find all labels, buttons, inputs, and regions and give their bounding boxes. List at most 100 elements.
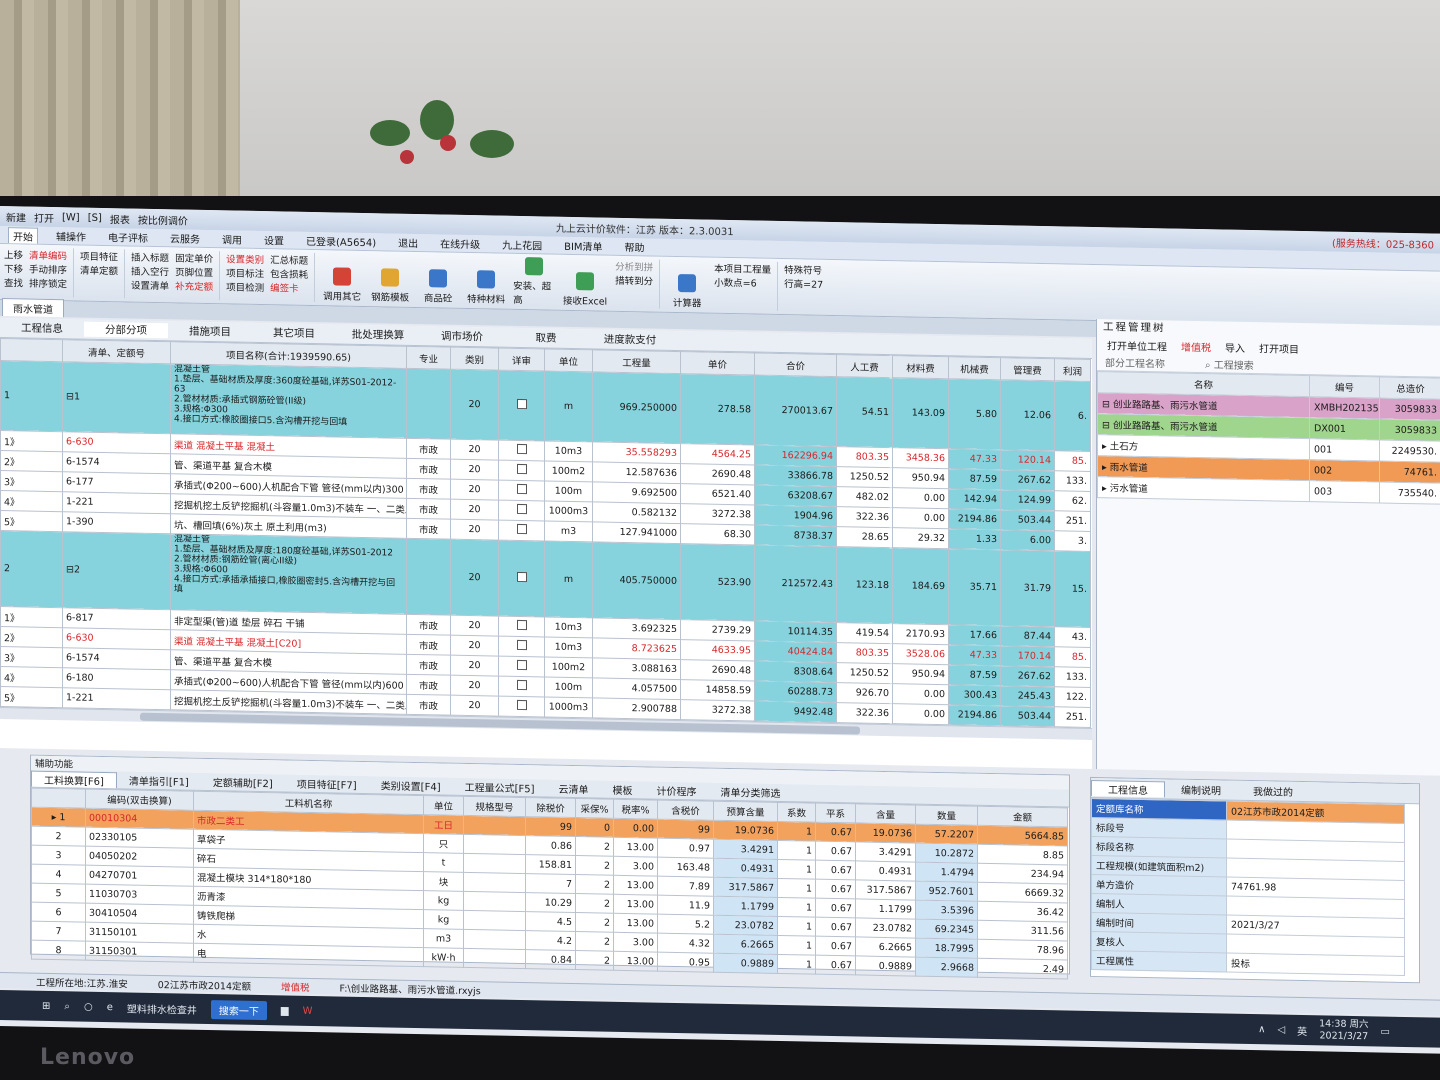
review-checkbox[interactable] — [516, 443, 527, 455]
manual-sort-button[interactable]: 手动排序 — [29, 262, 67, 277]
decimal-select[interactable]: 小数点=6 — [714, 275, 771, 290]
material-col-header[interactable]: 系数 — [777, 802, 816, 823]
tab-other-items[interactable]: 其它项目 — [252, 325, 336, 342]
receive-excel-button[interactable]: 接收Excel — [561, 258, 609, 308]
item-feature-button[interactable]: 项目特征 — [80, 249, 118, 264]
taskbar-search[interactable]: 搜索一下 — [210, 999, 267, 1020]
aux-tab[interactable]: 定额辅助[F2] — [201, 774, 285, 791]
review-checkbox[interactable] — [516, 639, 527, 651]
tab-market-price[interactable]: 调市场价 — [420, 328, 504, 345]
menu-settings[interactable]: 设置 — [260, 232, 288, 248]
set-bill-button[interactable]: 设置清单 — [131, 278, 169, 293]
tab-sections[interactable]: 分部分项 — [84, 321, 168, 339]
set-category-button[interactable]: 设置类别 — [226, 251, 264, 266]
col-header[interactable]: 单价 — [680, 351, 755, 375]
save-w-button[interactable]: [W] — [62, 212, 80, 223]
ime-indicator[interactable]: 英 — [1297, 1022, 1307, 1037]
aux-tab[interactable]: 工程量公式[F5] — [453, 779, 547, 796]
wps-icon[interactable]: W — [303, 1005, 313, 1016]
item-mark-button[interactable]: 项目标注 — [226, 265, 264, 280]
report-button[interactable]: 报表 — [110, 211, 130, 226]
ie-icon[interactable]: e — [107, 1002, 113, 1013]
supplement-quota-button[interactable]: 补充定额 — [175, 278, 213, 293]
split-button[interactable]: 分析到拼 — [615, 259, 653, 274]
calculator-button[interactable]: 计算器 — [666, 260, 708, 310]
review-checkbox[interactable] — [516, 483, 527, 495]
aux-tab[interactable]: 类别设置[F4] — [369, 777, 453, 794]
edit-card-button[interactable]: 编签卡 — [270, 280, 308, 295]
col-header[interactable]: 机械费 — [948, 356, 1001, 380]
concrete-button[interactable]: 商品砼 — [417, 255, 459, 305]
insert-title-button[interactable]: 插入标题 — [131, 250, 169, 265]
material-col-header[interactable]: 税率% — [613, 799, 658, 820]
open-project-button[interactable]: 打开项目 — [1259, 340, 1299, 356]
summary-title-button[interactable]: 汇总标题 — [270, 252, 308, 267]
tab-info[interactable]: 工程信息 — [1091, 779, 1165, 797]
material-col-header[interactable] — [31, 788, 86, 809]
save-s-button[interactable]: [S] — [88, 212, 102, 223]
tab-batch[interactable]: 批处理换算 — [336, 326, 420, 343]
col-header[interactable]: 清单、定额号 — [62, 339, 171, 364]
aux-tab[interactable]: 云清单 — [547, 780, 601, 797]
review-checkbox[interactable] — [516, 699, 527, 711]
material-col-header[interactable]: 含量 — [855, 803, 916, 825]
review-cell[interactable] — [498, 696, 545, 717]
menu-bim[interactable]: BIM清单 — [560, 238, 606, 254]
col-header[interactable]: 单位 — [544, 348, 593, 372]
folder-icon[interactable]: ▆ — [281, 1005, 289, 1016]
tab-project-info[interactable]: 工程信息 — [0, 320, 84, 337]
taskbar-app[interactable]: 塑料排水检查井 — [127, 1000, 197, 1016]
item-check-button[interactable]: 项目检测 — [226, 279, 264, 294]
notification-icon[interactable]: ▭ — [1381, 1026, 1390, 1037]
material-col-header[interactable]: 预算含量 — [713, 801, 778, 822]
find-button[interactable]: 查找 — [4, 275, 23, 289]
open-unit-button[interactable]: 打开单位工程 — [1107, 337, 1167, 353]
review-checkbox[interactable] — [516, 659, 527, 671]
col-header[interactable]: 利润 — [1054, 358, 1091, 382]
menu-update[interactable]: 在线升级 — [436, 235, 484, 251]
sort-lock-button[interactable]: 排序锁定 — [29, 276, 67, 291]
insert-blank-button[interactable]: 插入空行 — [131, 264, 169, 279]
fixed-price-button[interactable]: 固定单价 — [175, 250, 213, 265]
material-col-header[interactable]: 数量 — [915, 805, 978, 826]
special-material-button[interactable]: 特种材料 — [465, 256, 507, 306]
new-button[interactable]: 新建 — [6, 209, 26, 224]
menu-exit[interactable]: 退出 — [394, 235, 422, 251]
col-header[interactable]: 人工费 — [836, 354, 893, 378]
open-button[interactable]: 打开 — [34, 209, 54, 224]
col-header[interactable]: 材料费 — [892, 355, 949, 379]
aux-tab[interactable]: 工料换算[F6] — [31, 770, 117, 788]
review-checkbox[interactable] — [516, 398, 527, 410]
tab-fees[interactable]: 取费 — [504, 330, 588, 347]
import-button[interactable]: 导入 — [1225, 339, 1245, 354]
menu-garden[interactable]: 九上花园 — [498, 237, 546, 253]
menu-ebid[interactable]: 电子评标 — [104, 229, 152, 245]
menu-aux[interactable]: 辅操作 — [52, 228, 90, 244]
search-icon[interactable]: ⌕ — [64, 1001, 70, 1012]
aux-tab[interactable]: 模板 — [601, 782, 645, 798]
col-header[interactable]: 详审 — [498, 348, 545, 371]
move-down-button[interactable]: 下移 — [4, 261, 23, 275]
tab-notes[interactable]: 编制说明 — [1165, 781, 1237, 798]
review-cell[interactable] — [498, 520, 545, 541]
review-checkbox[interactable] — [516, 571, 527, 583]
install-height-button[interactable]: 安装、超高 — [513, 257, 555, 307]
tab-measures[interactable]: 措施项目 — [168, 323, 252, 340]
review-cell[interactable] — [498, 480, 545, 501]
menu-call[interactable]: 调用 — [218, 231, 246, 247]
volume-icon[interactable]: ◁ — [1277, 1024, 1285, 1035]
aux-tab[interactable]: 清单指引[F1] — [117, 772, 201, 789]
col-header[interactable]: 专业 — [406, 346, 451, 370]
review-checkbox[interactable] — [516, 523, 527, 535]
call-other-button[interactable]: 调用其它 — [321, 253, 363, 303]
material-col-header[interactable]: 平系 — [815, 803, 856, 823]
review-cell[interactable] — [498, 500, 545, 521]
measure-transfer-button[interactable]: 措转到分 — [615, 273, 653, 288]
review-cell[interactable] — [498, 370, 545, 441]
menu-login[interactable]: 已登录(A5654) — [302, 233, 380, 249]
aux-tab[interactable]: 计价程序 — [645, 782, 709, 799]
move-up-button[interactable]: 上移 — [4, 247, 23, 261]
review-checkbox[interactable] — [516, 463, 527, 475]
project-quantity-button[interactable]: 本项目工程量 — [714, 261, 771, 276]
review-checkbox[interactable] — [516, 619, 527, 631]
